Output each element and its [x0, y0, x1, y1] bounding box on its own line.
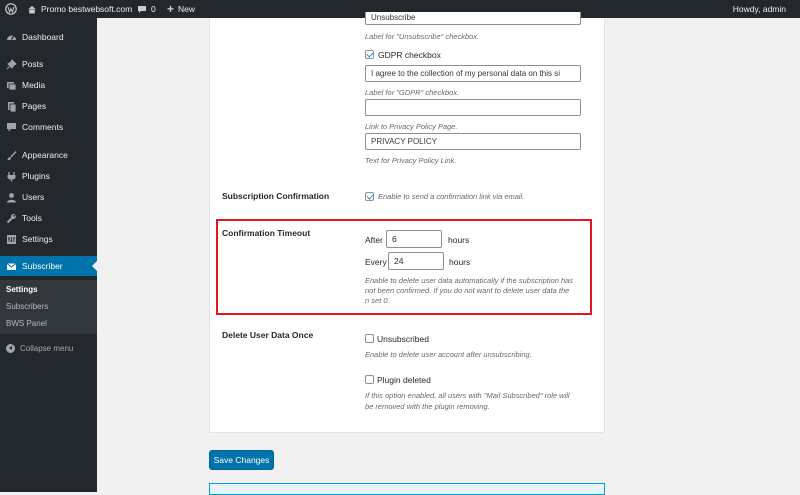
- plugin-deleted-label: Plugin deleted: [377, 375, 431, 385]
- my-account-link[interactable]: Howdy, admin: [733, 0, 786, 18]
- greeting: Howdy, admin: [732, 4, 786, 14]
- confirmation-timeout-label: Confirmation Timeout: [222, 228, 311, 238]
- every-label: Every: [365, 257, 387, 267]
- unsubscribe-desc: Label for "Unsubscribe" checkbox.: [365, 32, 480, 41]
- collapse-label: Collapse menu: [20, 343, 74, 353]
- privacy-link-input[interactable]: [365, 99, 581, 116]
- gdpr-desc: Label for "GDPR" checkbox.: [365, 88, 460, 97]
- new-content-link[interactable]: + New: [167, 0, 195, 18]
- delete-user-data-label: Delete User Data Once: [222, 330, 314, 340]
- comment-icon: [5, 121, 17, 133]
- site-name: Promo bestwebsoft.com: [41, 4, 133, 14]
- submenu-item-settings[interactable]: Settings: [6, 285, 38, 294]
- sidebar-item-pages[interactable]: Pages: [0, 96, 97, 116]
- sidebar-item-settings[interactable]: Settings: [0, 229, 97, 249]
- envelope-icon: [5, 260, 17, 272]
- gdpr-checkbox-label: GDPR checkbox: [378, 50, 441, 60]
- unsubscribed-label: Unsubscribed: [377, 334, 429, 344]
- wordpress-logo-icon[interactable]: [5, 0, 17, 18]
- sidebar-item-users[interactable]: Users: [0, 187, 97, 207]
- pin-icon: [5, 58, 17, 70]
- sidebar-item-label: Subscriber: [22, 261, 63, 271]
- sidebar-item-label: Media: [22, 80, 46, 90]
- dashboard-icon: [5, 31, 17, 43]
- every-unit: hours: [449, 257, 471, 267]
- plugin-deleted-desc-line-1: If this option enabled, all users with "…: [365, 391, 570, 400]
- sidebar-item-label: Pages: [22, 101, 47, 111]
- media-icon: [5, 79, 17, 91]
- confirmation-desc: Enable to send a confirmation link via e…: [378, 192, 525, 201]
- sidebar-item-label: Plugins: [22, 171, 50, 181]
- sidebar-item-label: Settings: [22, 234, 53, 244]
- sidebar-item-posts[interactable]: Posts: [0, 54, 97, 74]
- wrench-icon: [5, 212, 17, 224]
- comments-count: 0: [151, 4, 156, 14]
- timeout-desc-line-3: n set 0.: [365, 296, 390, 305]
- timeout-desc-line-1: Enable to delete user data automatically…: [365, 276, 574, 285]
- sidebar-item-subscriber[interactable]: Subscriber: [0, 256, 97, 276]
- plugin-deleted-checkbox[interactable]: [365, 375, 374, 384]
- sidebar-item-label: Users: [22, 192, 45, 202]
- unsubscribe-label-input[interactable]: Unsubscribe: [365, 12, 581, 25]
- info-notice: [209, 483, 605, 495]
- subscription-confirmation-label: Subscription Confirmation: [222, 191, 330, 201]
- collapse-menu-button[interactable]: Collapse menu: [0, 341, 97, 355]
- privacy-text-desc: Text for Privacy Policy Link.: [365, 156, 457, 165]
- pages-icon: [5, 100, 17, 112]
- submenu-item-bws-panel[interactable]: BWS Panel: [6, 319, 47, 328]
- gdpr-label-input[interactable]: I agree to the collection of my personal…: [365, 65, 581, 82]
- save-changes-button[interactable]: Save Changes: [209, 450, 274, 470]
- site-name-link[interactable]: Promo bestwebsoft.com: [27, 0, 132, 18]
- comments-link[interactable]: 0: [137, 0, 156, 18]
- after-unit: hours: [448, 235, 470, 245]
- plug-icon: [5, 170, 17, 182]
- brush-icon: [5, 149, 17, 161]
- settings-icon: [5, 233, 17, 245]
- collapse-icon: [6, 343, 15, 353]
- after-hours-input[interactable]: 6: [386, 230, 442, 248]
- new-label: New: [178, 4, 196, 14]
- sidebar-item-plugins[interactable]: Plugins: [0, 166, 97, 186]
- sidebar-item-dashboard[interactable]: Dashboard: [0, 27, 97, 47]
- comment-icon: [138, 5, 146, 13]
- user-icon: [5, 191, 17, 203]
- every-hours-input[interactable]: 24: [388, 252, 444, 270]
- sidebar-item-media[interactable]: Media: [0, 75, 97, 95]
- unsubscribed-checkbox[interactable]: [365, 334, 374, 343]
- confirmation-checkbox[interactable]: [365, 192, 374, 201]
- submenu-item-subscribers[interactable]: Subscribers: [6, 302, 48, 311]
- privacy-text-input[interactable]: PRIVACY POLICY: [365, 133, 581, 150]
- privacy-link-desc: Link to Privacy Policy Page.: [365, 122, 458, 131]
- sidebar-item-label: Dashboard: [22, 32, 64, 42]
- sidebar-item-label: Tools: [22, 213, 42, 223]
- after-label: After: [365, 235, 383, 245]
- sidebar-item-label: Comments: [22, 122, 64, 132]
- sidebar-item-tools[interactable]: Tools: [0, 208, 97, 228]
- plugin-deleted-desc-line-2: be removed with the plugin removing.: [365, 402, 490, 411]
- unsubscribed-desc: Enable to delete user account after unsu…: [365, 350, 532, 359]
- sidebar-item-label: Appearance: [22, 150, 68, 160]
- gdpr-checkbox[interactable]: [365, 50, 374, 59]
- sidebar-item-label: Posts: [22, 59, 44, 69]
- plus-icon: +: [167, 2, 175, 16]
- timeout-desc-line-2: not been confirmed. If you do not want t…: [365, 286, 570, 295]
- sidebar-item-comments[interactable]: Comments: [0, 117, 97, 137]
- home-icon: [28, 5, 36, 13]
- sidebar-item-appearance[interactable]: Appearance: [0, 145, 97, 165]
